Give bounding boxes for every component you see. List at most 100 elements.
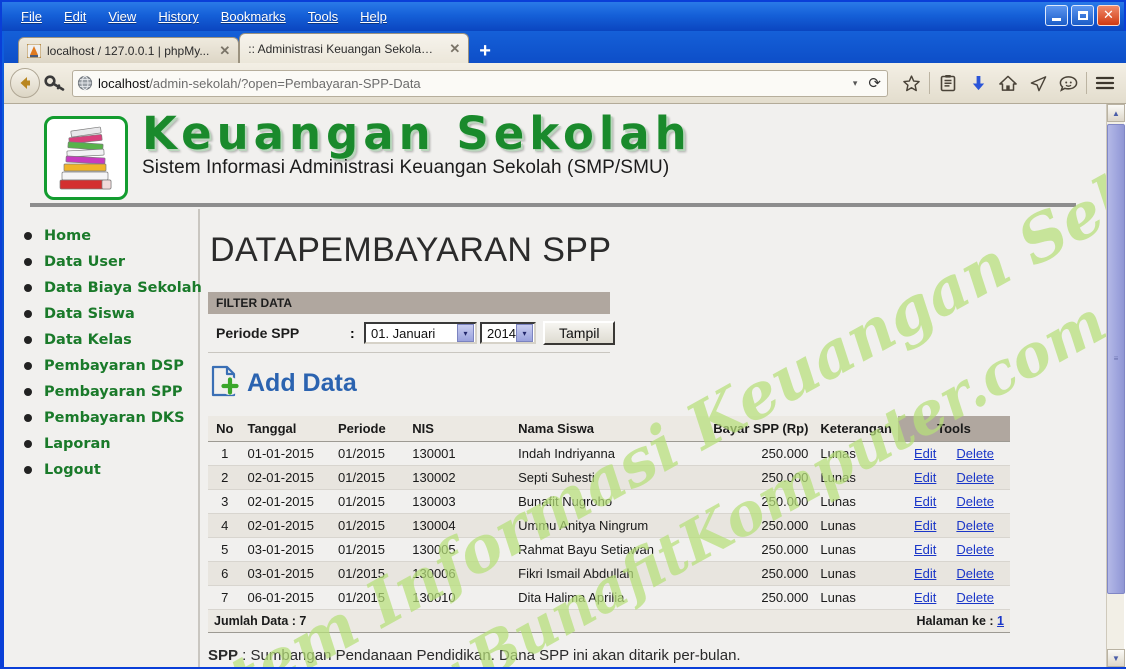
table-row[interactable]: 4 02-01-2015 01/2015 130004 Ummu Anitya … [208,513,1010,538]
delete-link[interactable]: Delete [956,518,994,533]
menu-file[interactable]: File [10,7,53,26]
menu-bookmarks[interactable]: Bookmarks [210,7,297,26]
logo [44,116,128,200]
page-body: Home Data User Data Biaya Sekolah Data S… [4,209,1108,667]
spp-note-text: : Sumbangan Pendanaan Pendidikan. Dana S… [238,647,741,664]
address-bar[interactable]: localhost/admin-sekolah/?open=Pembayaran… [72,69,888,97]
table-row[interactable]: 1 01-01-2015 01/2015 130001 Indah Indriy… [208,441,1010,466]
edit-link[interactable]: Edit [914,542,936,557]
table-row[interactable]: 3 02-01-2015 01/2015 130003 Bunafit Nugr… [208,489,1010,514]
scroll-up-button[interactable]: ▲ [1107,104,1125,122]
minimize-icon [1052,17,1061,21]
delete-link[interactable]: Delete [956,446,994,461]
sidebar-item-data-kelas[interactable]: Data Kelas [4,327,198,353]
edit-link[interactable]: Edit [914,566,936,581]
cell-tools: Edit Delete [897,513,1010,538]
sidebar-item-data-biaya-sekolah[interactable]: Data Biaya Sekolah [4,275,202,301]
menu-tools[interactable]: Tools [297,7,349,26]
edit-link[interactable]: Edit [914,470,936,485]
edit-link[interactable]: Edit [914,518,936,533]
site-subtitle: Sistem Informasi Administrasi Keuangan S… [142,157,670,179]
send-button[interactable] [1023,68,1053,98]
sidebar-item-home[interactable]: Home [4,223,198,249]
filter-section-title: FILTER DATA [216,296,292,310]
cell-nis: 130010 [406,585,513,610]
sidebar-item-label: Laporan [44,436,111,452]
table-foot: Jumlah Data : 7 Halaman ke : 1 [208,609,1010,633]
key-icon [44,75,65,91]
close-button[interactable]: ✕ [1097,5,1120,26]
back-button[interactable] [10,68,40,98]
bullet-icon [24,440,32,448]
address-dropdown-icon[interactable]: ▾ [853,78,864,89]
menu-view[interactable]: View [97,7,147,26]
bullet-icon [24,232,32,240]
menu-edit[interactable]: Edit [53,7,97,26]
brand: Keuangan Sekolah Sistem Informasi Admini… [142,110,692,179]
delete-link[interactable]: Delete [956,566,994,581]
downloads-button[interactable] [963,68,993,98]
delete-link[interactable]: Delete [956,494,994,509]
tab-phpmyadmin[interactable]: localhost / 127.0.0.1 | phpMy... ✕ [18,37,240,63]
sidebar-item-laporan[interactable]: Laporan [4,431,198,457]
table-row[interactable]: 7 06-01-2015 01/2015 130010 Dita Halima … [208,585,1010,610]
edit-link[interactable]: Edit [914,590,936,605]
vertical-scrollbar[interactable]: ▲ ≡ ▼ [1106,104,1125,667]
table-row[interactable]: 5 03-01-2015 01/2015 130005 Rahmat Bayu … [208,537,1010,562]
tab-administrasi-keuangan[interactable]: :: Administrasi Keuangan Sekolah ... ✕ [239,33,470,63]
sidebar-item-pembayaran-spp[interactable]: Pembayaran SPP [4,379,198,405]
menu-help[interactable]: Help [349,7,398,26]
new-tab-button[interactable]: + [469,41,501,63]
delete-link[interactable]: Delete [956,590,994,605]
table-row[interactable]: 2 02-01-2015 01/2015 130002 Septi Suhest… [208,465,1010,490]
month-select[interactable]: 01. Januari ▾ [364,322,477,344]
add-data-link[interactable]: Add Data [210,365,1108,402]
home-button[interactable] [993,68,1023,98]
tampil-button[interactable]: Tampil [543,321,616,345]
sidebar-item-label: Logout [44,462,101,478]
col-tools: Tools [897,416,1010,442]
sidebar-item-data-siswa[interactable]: Data Siswa [4,301,198,327]
col-no: No [208,416,242,442]
page-title: DATAPEMBAYARAN SPP [210,231,612,269]
app-menu-button[interactable] [1090,68,1120,98]
table-row[interactable]: 6 03-01-2015 01/2015 130006 Fikri Ismail… [208,561,1010,586]
bookmark-star-button[interactable] [896,68,926,98]
minimize-button[interactable] [1045,5,1068,26]
forward-button[interactable] [42,68,68,98]
sidebar-item-data-user[interactable]: Data User [4,249,198,275]
year-select[interactable]: 2014 ▾ [480,322,536,344]
chevron-down-icon[interactable]: ▾ [516,324,533,342]
edit-link[interactable]: Edit [914,494,936,509]
site-header: Keuangan Sekolah Sistem Informasi Admini… [4,104,1108,200]
cell-no: 4 [208,513,242,538]
chat-button[interactable] [1053,68,1083,98]
spp-note-prefix: SPP [208,647,239,664]
cell-tanggal: 02-01-2015 [241,489,333,514]
cell-no: 2 [208,465,242,490]
chevron-down-icon[interactable]: ▾ [457,324,474,342]
cell-periode: 01/2015 [332,585,407,610]
edit-link[interactable]: Edit [914,446,936,461]
delete-link[interactable]: Delete [956,542,994,557]
scroll-down-button[interactable]: ▼ [1107,649,1125,667]
sidebar-item-pembayaran-dsp[interactable]: Pembayaran DSP [4,353,198,379]
cell-nama: Dita Halima Aprilia [512,585,698,610]
delete-link[interactable]: Delete [956,470,994,485]
tab-administrasi-keuangan-close-icon[interactable]: ✕ [445,41,460,57]
menu-history[interactable]: History [147,7,209,26]
page-number-link[interactable]: 1 [997,614,1004,628]
sidebar-item-label: Data Kelas [44,332,132,348]
reader-view-button[interactable] [933,68,963,98]
cell-nis: 130001 [406,441,513,466]
tampil-button-label: Tampil [559,325,600,341]
filter-section-header: FILTER DATA [208,292,610,314]
scrollbar-thumb[interactable]: ≡ [1107,124,1125,594]
tab-phpmyadmin-close-icon[interactable]: ✕ [215,43,230,59]
sidebar-item-pembayaran-dks[interactable]: Pembayaran DKS [4,405,198,431]
sidebar-item-logout[interactable]: Logout [4,457,198,483]
maximize-button[interactable] [1071,5,1094,26]
web-page: Keuangan Sekolah Sistem Informasi Admini… [4,104,1108,667]
reload-icon[interactable]: ⟳ [868,74,883,92]
cell-nama: Ummu Anitya Ningrum [512,513,698,538]
